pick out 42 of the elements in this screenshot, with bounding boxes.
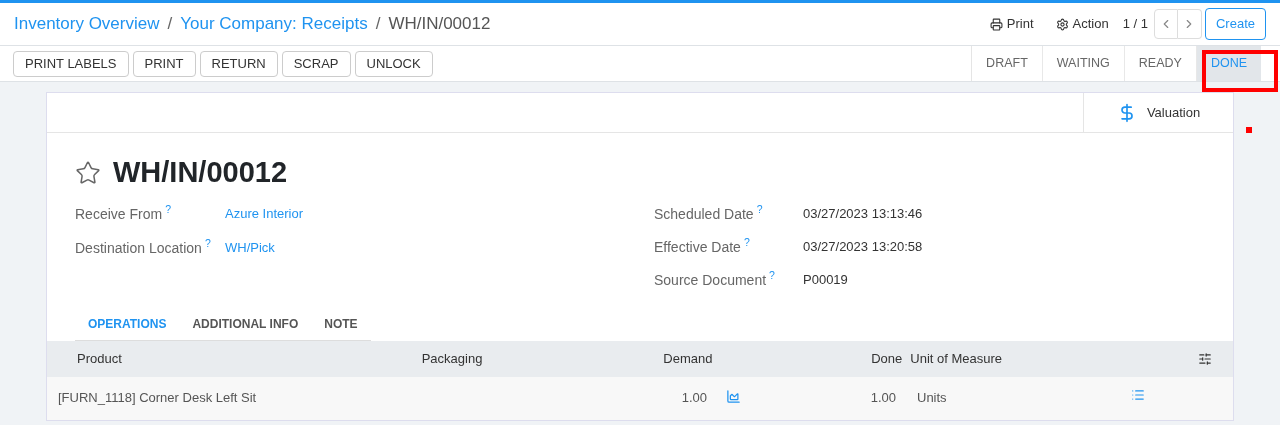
action-menu[interactable]: Action: [1055, 14, 1109, 34]
breadcrumb-separator: /: [375, 13, 381, 36]
record-title: WH/IN/00012: [113, 155, 288, 190]
action-button[interactable]: RETURN: [199, 50, 278, 77]
table-cell-text: 1.00: [680, 389, 708, 408]
field-label: Effective Date $^{?}$: [654, 235, 751, 257]
status-step[interactable]: READY: [1124, 46, 1197, 81]
column-header[interactable]: Packaging: [416, 340, 578, 377]
action-button[interactable]: PRINT LABELS: [13, 50, 129, 77]
field-label: Source Document $^{?}$: [654, 268, 776, 290]
details-list-icon[interactable]: [1131, 387, 1145, 402]
action-button[interactable]: SCRAP: [281, 50, 351, 77]
settings-icon: [1055, 17, 1069, 31]
valuation-button[interactable]: Valuation: [1083, 93, 1233, 132]
action-button[interactable]: UNLOCK: [354, 50, 433, 77]
column-header[interactable]: Demand: [577, 340, 717, 377]
printer-icon: [989, 17, 1003, 31]
print-menu[interactable]: Print: [989, 14, 1034, 34]
column-header[interactable]: Unit of Measure: [906, 340, 1121, 377]
table-cell-text: 1.00: [869, 389, 897, 408]
status-step[interactable]: DRAFT: [972, 46, 1043, 81]
field-label: Receive From $^{?}$: [75, 202, 172, 224]
field-label: Destination Location $^{?}$: [75, 236, 212, 258]
forecast-chart-icon[interactable]: [726, 388, 741, 404]
column-header[interactable]: Product: [47, 340, 417, 377]
table-cell-text: Units: [916, 389, 948, 408]
star-icon[interactable]: [75, 159, 101, 186]
notebook-tab[interactable]: ADDITIONAL INFO: [179, 314, 312, 340]
field-value: 03/27/2023 13:20:58: [803, 237, 923, 256]
status-step[interactable]: WAITING: [1042, 46, 1125, 81]
breadcrumb-current: WH/IN/00012: [388, 13, 491, 36]
column-header[interactable]: Done: [773, 340, 907, 377]
column-settings-icon[interactable]: [1198, 351, 1212, 366]
notebook-tab[interactable]: NOTE: [311, 314, 371, 340]
breadcrumb-separator: /: [167, 13, 173, 36]
table-row[interactable]: [FURN_1118] Corner Desk Left Sit 1.00 1.00 Units: [47, 376, 1233, 420]
field-value: P00019: [803, 270, 848, 289]
pager-value: 1 / 1: [1122, 15, 1148, 34]
table-cell-text: [FURN_1118] Corner Desk Left Sit: [57, 389, 258, 408]
field-value: 03/27/2023 13:13:46: [803, 204, 923, 223]
action-button[interactable]: PRINT: [132, 50, 196, 77]
field-label: Scheduled Date $^{?}$: [654, 202, 764, 224]
